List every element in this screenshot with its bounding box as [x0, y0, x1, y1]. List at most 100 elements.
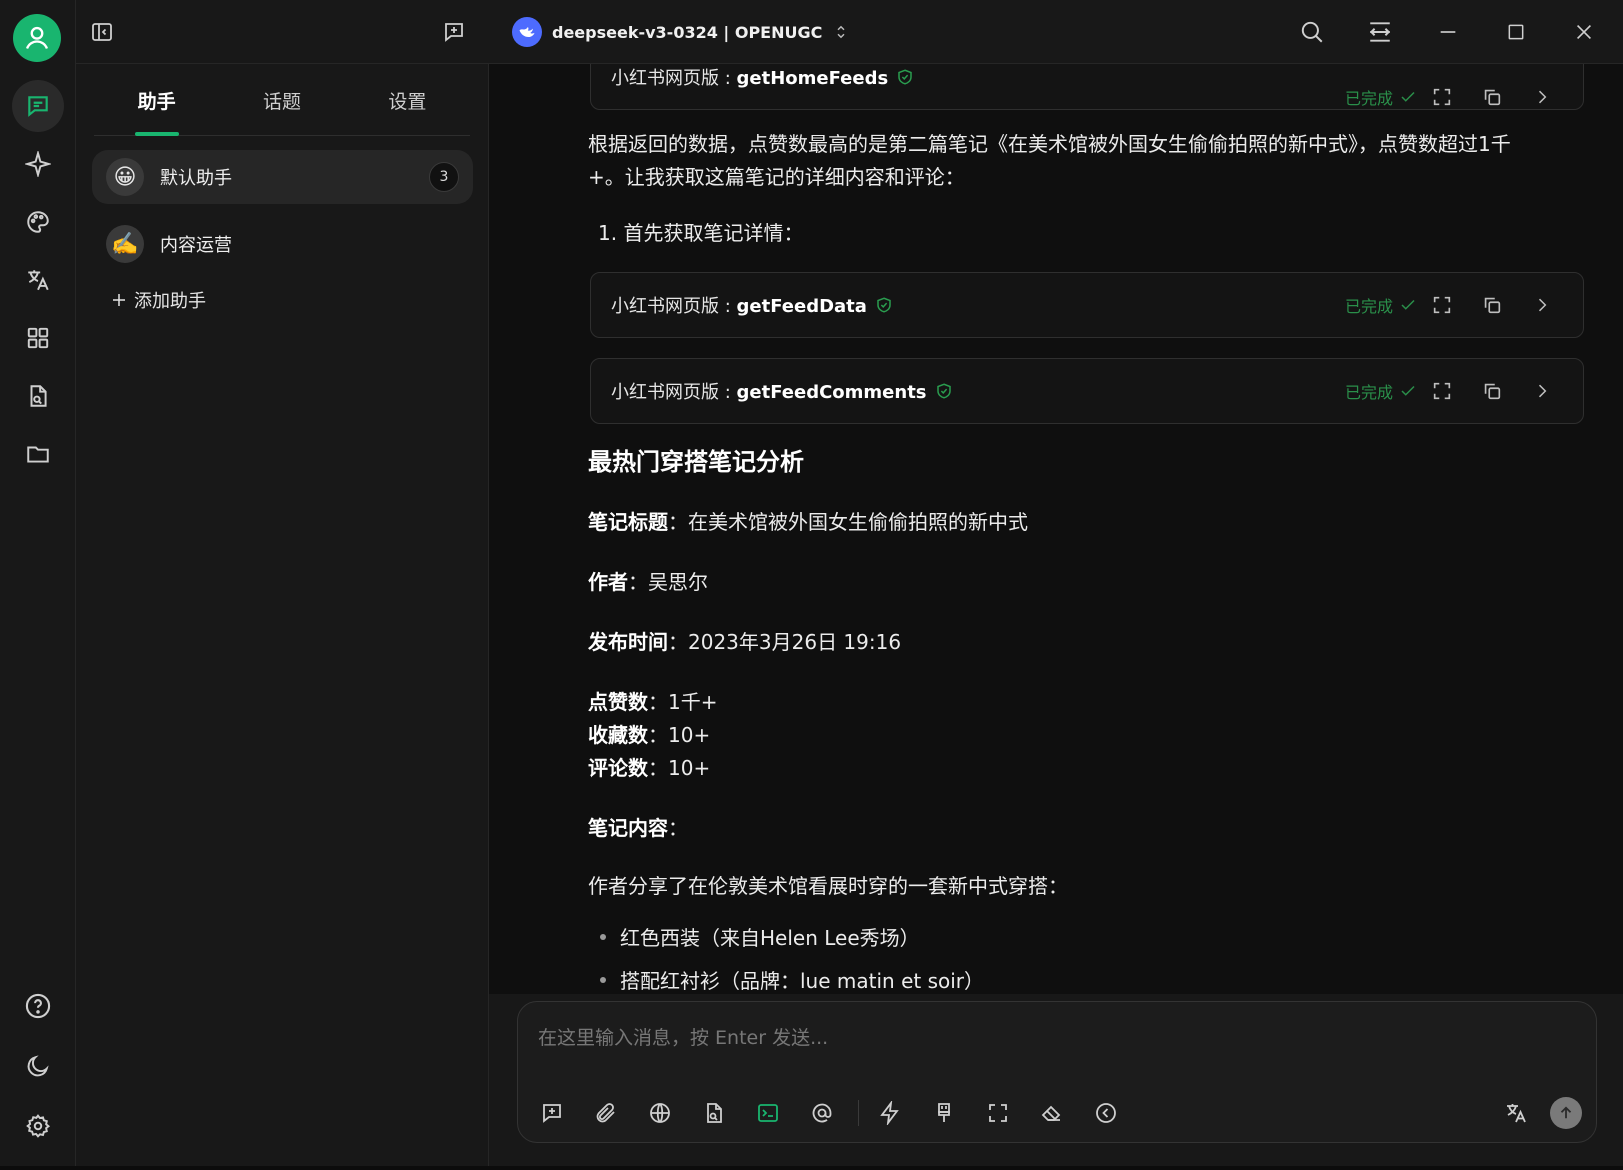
grid-icon	[27, 327, 49, 349]
field-likes: 点赞数：1千+	[588, 690, 718, 714]
terminal-icon	[758, 1104, 778, 1122]
file-search-icon	[707, 1103, 722, 1123]
toggle-details-button[interactable]	[1517, 295, 1567, 315]
mention-button[interactable]	[804, 1095, 840, 1131]
translate-icon	[1507, 1104, 1526, 1123]
brush-icon	[938, 1103, 950, 1122]
clear-context-button[interactable]	[926, 1095, 962, 1131]
toggle-details-button[interactable]	[1517, 381, 1567, 401]
maximize-button[interactable]	[1498, 14, 1534, 50]
copy-icon	[1484, 383, 1501, 400]
knowledge-base-button[interactable]	[696, 1095, 732, 1131]
toggle-sidebar-button[interactable]	[84, 14, 120, 50]
rail-help-button[interactable]	[12, 980, 64, 1032]
field-note-content: 笔记内容：	[588, 816, 688, 840]
tool-name: 小红书网页版 : getFeedData	[611, 296, 867, 317]
chat-bubble-icon	[28, 96, 48, 117]
close-icon	[1576, 24, 1592, 40]
field-favorites: 收藏数：10+	[588, 723, 711, 747]
tab-topics[interactable]: 话题	[219, 84, 344, 135]
assistant-name: 内容运营	[160, 235, 232, 256]
expand-button[interactable]	[1417, 294, 1467, 316]
user-icon	[25, 26, 49, 49]
assistant-name: 默认助手	[160, 168, 232, 189]
assistant-message-text: 根据返回的数据，点赞数最高的是第二篇笔记《在美术馆被外国女生偷偷拍照的新中式》，…	[588, 132, 1511, 189]
new-topic-button[interactable]	[436, 14, 472, 50]
model-name: deepseek-v3-0324 | OPENUGC	[552, 22, 823, 42]
chat-area[interactable]: 小红书网页版 : getHomeFeeds 已完成 根据返回的数据，点赞数最高的…	[489, 64, 1623, 994]
add-assistant-button[interactable]: 添加助手	[110, 287, 206, 313]
rail-apps-button[interactable]	[12, 312, 64, 364]
expand-icon	[989, 1104, 1007, 1122]
sidebar-collapse-icon	[92, 23, 112, 41]
clear-messages-button[interactable]	[1034, 1095, 1070, 1131]
rail-settings-button[interactable]	[12, 1100, 64, 1152]
translate-icon	[28, 270, 49, 291]
deepseek-logo-icon	[512, 17, 542, 47]
topic-count-badge: 3	[429, 162, 459, 192]
expand-button[interactable]	[1417, 380, 1467, 402]
shield-check-icon	[936, 383, 951, 399]
search-button[interactable]	[1294, 14, 1330, 50]
layout-toggle-button[interactable]	[1362, 14, 1398, 50]
plus-icon	[113, 294, 125, 306]
sparkle-icon	[25, 151, 51, 177]
expand-input-button[interactable]	[980, 1095, 1016, 1131]
moon-icon	[27, 1055, 49, 1077]
tool-status: 已完成	[1344, 89, 1393, 108]
tool-call-card[interactable]: 小红书网页版 : getFeedComments 已完成	[590, 358, 1584, 424]
title-bar: deepseek-v3-0324 | OPENUGC	[76, 0, 1623, 64]
palette-icon	[27, 211, 49, 233]
copy-button[interactable]	[1467, 294, 1517, 316]
field-comments: 评论数：10+	[588, 756, 711, 780]
minimize-icon	[1440, 31, 1456, 33]
collapse-toolbar-button[interactable]	[1088, 1095, 1124, 1131]
translate-input-button[interactable]	[1498, 1095, 1534, 1131]
send-button[interactable]	[1550, 1097, 1582, 1129]
web-search-button[interactable]	[642, 1095, 678, 1131]
arrow-up-icon	[1560, 1106, 1572, 1119]
expand-icon	[1433, 296, 1451, 314]
assistant-item-content-ops[interactable]: ✍️ 内容运营	[92, 217, 473, 271]
chevron-right-icon	[1538, 384, 1547, 398]
shield-check-icon	[898, 69, 912, 85]
model-selector[interactable]: deepseek-v3-0324 | OPENUGC	[512, 14, 850, 50]
close-button[interactable]	[1566, 14, 1602, 50]
attach-button[interactable]	[588, 1095, 624, 1131]
app-window: deepseek-v3-0324 | OPENUGC 助手 话题 设置 😀 默认…	[0, 0, 1623, 1170]
rail-files-button[interactable]	[12, 428, 64, 480]
rail-knowledge-button[interactable]	[12, 370, 64, 422]
expand-icon	[1433, 88, 1451, 106]
copy-button[interactable]	[1467, 86, 1517, 108]
check-icon	[1401, 299, 1415, 310]
chevron-right-icon	[1538, 90, 1547, 104]
assistant-item-default[interactable]: 😀 默认助手 3	[92, 150, 473, 204]
tool-call-card[interactable]: 小红书网页版 : getHomeFeeds 已完成	[590, 64, 1584, 110]
check-icon	[1401, 385, 1415, 396]
tool-name: 小红书网页版 : getHomeFeeds	[611, 68, 889, 89]
copy-button[interactable]	[1467, 380, 1517, 402]
tool-status: 已完成	[1344, 383, 1393, 402]
rail-translate-button[interactable]	[12, 254, 64, 306]
new-topic-tool-button[interactable]	[534, 1095, 570, 1131]
chevron-updown-icon	[837, 25, 845, 39]
tab-settings[interactable]: 设置	[345, 84, 470, 135]
rail-theme-button[interactable]	[12, 1040, 64, 1092]
field-note-title: 笔记标题：在美术馆被外国女生偷偷拍照的新中式	[588, 510, 1028, 534]
field-publish-time: 发布时间：2023年3月26日 19:16	[588, 630, 902, 654]
user-avatar[interactable]	[13, 14, 61, 62]
tool-call-card[interactable]: 小红书网页版 : getFeedData 已完成	[590, 272, 1584, 338]
message-input[interactable]	[538, 1020, 1538, 1056]
toggle-details-button[interactable]	[1517, 87, 1567, 107]
quick-phrase-button[interactable]	[872, 1095, 908, 1131]
rail-chat-button[interactable]	[12, 80, 64, 132]
minimize-button[interactable]	[1430, 14, 1466, 50]
mcp-tools-button[interactable]	[750, 1095, 786, 1131]
rail-agents-button[interactable]	[12, 138, 64, 190]
tab-assistants[interactable]: 助手	[94, 84, 219, 135]
toolbar-divider	[858, 1100, 859, 1126]
expand-button[interactable]	[1417, 86, 1467, 108]
message-composer	[517, 1001, 1597, 1143]
rail-paint-button[interactable]	[12, 196, 64, 248]
copy-icon	[1484, 89, 1501, 106]
